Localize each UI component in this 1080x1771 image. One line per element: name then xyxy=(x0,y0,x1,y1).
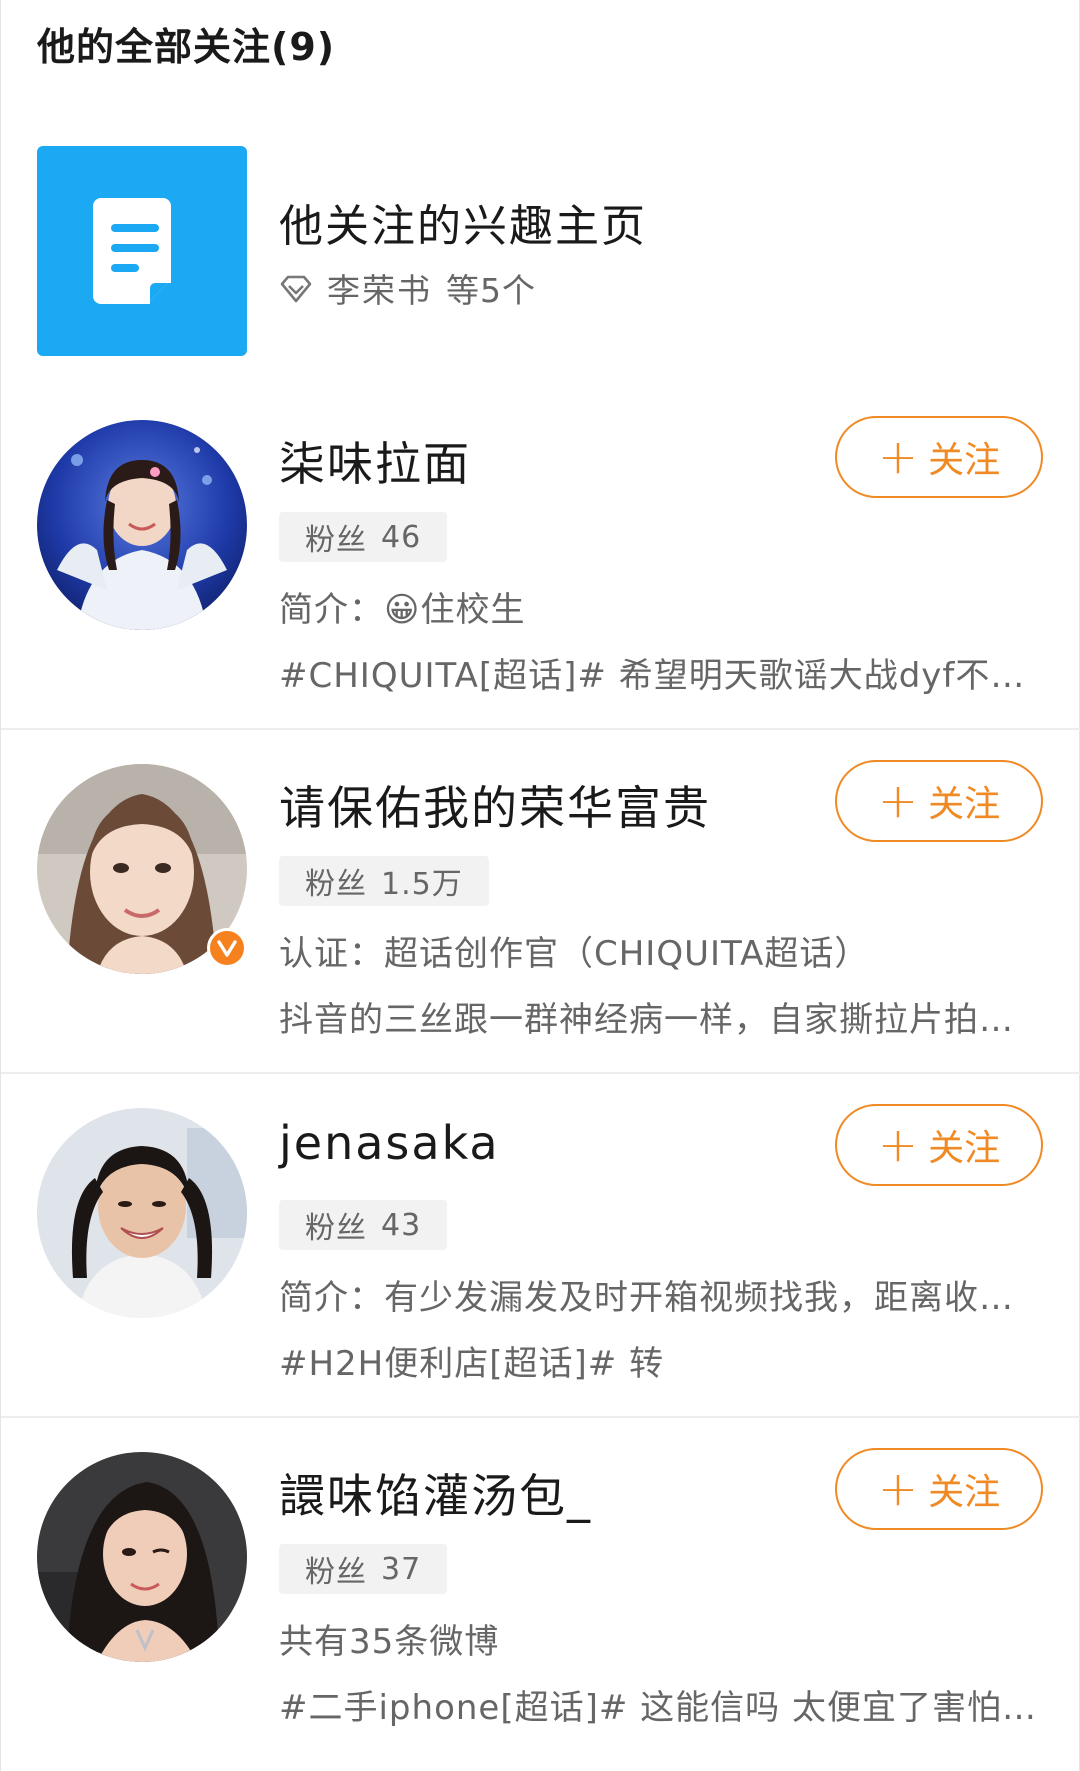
avatar[interactable] xyxy=(37,1452,247,1662)
user-name[interactable]: 请保佑我的荣华富贵 xyxy=(279,772,711,838)
interest-pages-card[interactable]: 他关注的兴趣主页 李荣书 等5个 xyxy=(37,146,1037,356)
latest-post[interactable]: #二手iphone[超话]# 这能信吗 太便宜了害怕… xyxy=(279,1680,1037,1729)
follow-label: 关注 xyxy=(928,784,1001,825)
follow-button[interactable]: + 关注 xyxy=(835,1448,1043,1530)
user-bio: 简介：😀住校生 xyxy=(279,590,526,630)
interest-count: 等5个 xyxy=(446,271,536,310)
fans-badge: 粉丝 1.5万 xyxy=(279,856,489,906)
fans-badge: 粉丝 43 xyxy=(279,1200,448,1250)
user-row[interactable]: jenasaka + 关注 粉丝 43 简介：有少发漏发及时开箱视频找我，距离收… xyxy=(1,1074,1080,1418)
fans-badge: 粉丝 37 xyxy=(279,1544,448,1594)
user-name[interactable]: 柒味拉面 xyxy=(279,428,471,494)
fans-label: 粉丝 xyxy=(305,867,367,902)
fans-label: 粉丝 xyxy=(305,523,367,558)
user-row[interactable]: 譞味馅灌汤包_ + 关注 粉丝 37 共有35条微博 #二手iphone[超话]… xyxy=(1,1418,1080,1762)
user-row[interactable]: 请保佑我的荣华富贵 + 关注 粉丝 1.5万 认证：超话创作官（CHIQUITA… xyxy=(1,730,1080,1074)
fans-label: 粉丝 xyxy=(305,1211,367,1246)
plus-icon: + xyxy=(877,1117,919,1173)
plus-icon: + xyxy=(877,773,919,829)
fans-count: 1.5万 xyxy=(381,867,463,902)
interest-names: 李荣书 xyxy=(327,271,432,310)
user-name[interactable]: jenasaka xyxy=(279,1116,500,1170)
user-name[interactable]: 譞味馅灌汤包_ xyxy=(279,1460,592,1526)
interest-subtitle: 李荣书 等5个 xyxy=(279,264,536,312)
latest-post[interactable]: #H2H便利店[超话]# 转 xyxy=(279,1336,664,1385)
avatar[interactable] xyxy=(37,1108,247,1318)
fans-label: 粉丝 xyxy=(305,1555,367,1590)
user-row[interactable]: 柒味拉面 + 关注 粉丝 46 简介：😀住校生 #CHIQUITA[超话]# 希… xyxy=(1,386,1080,730)
user-bio: 简介：有少发漏发及时开箱视频找我，距离收… xyxy=(279,1278,1014,1318)
fans-count: 43 xyxy=(381,1207,422,1243)
user-verification: 认证：超话创作官（CHIQUITA超话） xyxy=(279,934,870,974)
latest-post[interactable]: #CHIQUITA[超话]# 希望明天歌谣大战dyf不… xyxy=(279,648,1025,697)
follow-button[interactable]: + 关注 xyxy=(835,760,1043,842)
interest-title: 他关注的兴趣主页 xyxy=(279,201,647,252)
document-icon xyxy=(37,146,247,356)
page-title: 他的全部关注(9) xyxy=(37,25,336,69)
fans-count: 37 xyxy=(381,1551,422,1587)
follow-label: 关注 xyxy=(928,440,1001,481)
diamond-icon xyxy=(279,273,313,303)
follow-label: 关注 xyxy=(928,1128,1001,1169)
follow-button[interactable]: + 关注 xyxy=(835,416,1043,498)
post-count: 共有35条微博 xyxy=(279,1622,500,1662)
verified-icon xyxy=(207,928,247,968)
fans-count: 46 xyxy=(381,519,422,555)
plus-icon: + xyxy=(877,429,919,485)
avatar[interactable] xyxy=(37,420,247,630)
following-list-page: 他的全部关注(9) 他关注的兴趣主页 李荣书 等5个 柒味拉面 + 关注 粉丝 … xyxy=(0,0,1080,1771)
plus-icon: + xyxy=(877,1461,919,1517)
follow-label: 关注 xyxy=(928,1472,1001,1513)
fans-badge: 粉丝 46 xyxy=(279,512,448,562)
latest-post[interactable]: 抖音的三丝跟一群神经病一样，自家撕拉片拍… xyxy=(279,992,1014,1041)
follow-button[interactable]: + 关注 xyxy=(835,1104,1043,1186)
